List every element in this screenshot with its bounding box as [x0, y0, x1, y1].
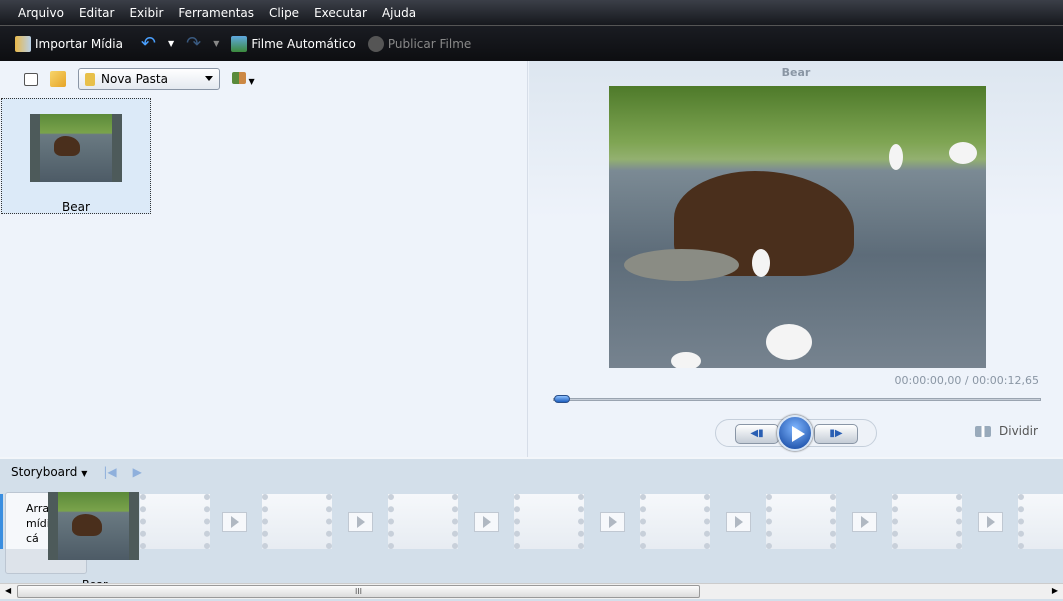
storyboard-slot[interactable] [892, 494, 962, 549]
folder-dropdown[interactable]: Nova Pasta [78, 68, 220, 90]
scroll-right-arrow[interactable]: ▶ [1052, 586, 1058, 595]
storyboard-view-dropdown[interactable]: Storyboard ▼ [11, 465, 87, 479]
split-label: Dividir [999, 424, 1038, 438]
transition-slot[interactable] [726, 512, 751, 532]
undo-button[interactable]: ↶ [138, 31, 159, 56]
panel-toggle-icon[interactable] [24, 72, 38, 86]
storyboard-slot[interactable] [766, 494, 836, 549]
undo-icon: ↶ [140, 33, 157, 54]
play-storyboard-icon[interactable]: ▶ [133, 465, 142, 479]
auto-movie-button[interactable]: Filme Automático [228, 34, 358, 54]
seek-handle[interactable] [554, 395, 570, 403]
preview-title: Bear [781, 66, 811, 79]
playback-controls: ◀▮ ▮▶ [715, 415, 877, 451]
insertion-marker [0, 494, 3, 549]
clip-label: Bear [62, 200, 90, 214]
storyboard-slot[interactable] [514, 494, 584, 549]
publish-movie-button[interactable]: Publicar Filme [365, 34, 474, 54]
new-folder-icon[interactable] [50, 71, 66, 87]
menu-bar: Arquivo Editar Exibir Ferramentas Clipe … [0, 0, 1063, 25]
redo-button[interactable]: ↷ [183, 31, 204, 56]
storyboard-view-label: Storyboard [11, 465, 78, 479]
scrollbar-thumb[interactable]: III [17, 585, 700, 598]
split-icon [975, 425, 991, 437]
menu-exibir[interactable]: Exibir [129, 6, 163, 20]
import-media-button[interactable]: Importar Mídia [12, 34, 126, 54]
menu-ajuda[interactable]: Ajuda [382, 6, 416, 20]
undo-dropdown[interactable]: ▼ [165, 37, 177, 50]
menu-arquivo[interactable]: Arquivo [18, 6, 64, 20]
storyboard-slot[interactable] [640, 494, 710, 549]
next-frame-button[interactable]: ▮▶ [814, 424, 858, 444]
menu-clipe[interactable]: Clipe [269, 6, 299, 20]
library-clip-bear[interactable]: Bear [1, 98, 151, 214]
redo-icon: ↷ [186, 33, 202, 54]
publish-icon [367, 35, 384, 52]
dragged-clip[interactable] [48, 492, 139, 560]
library-pane: Nova Pasta ▼ Bear [0, 61, 528, 457]
scroll-grip: III [354, 587, 363, 596]
menu-executar[interactable]: Executar [314, 6, 367, 20]
clip-thumbnail [30, 114, 122, 182]
seek-bar[interactable] [553, 395, 1041, 403]
import-label: Importar Mídia [35, 36, 123, 51]
folder-icon [85, 72, 95, 86]
toolbar: Importar Mídia ↶ ▼ ↷ ▼ Filme Automático … [0, 25, 1063, 61]
storyboard-slot[interactable] [1018, 494, 1063, 549]
transition-slot[interactable] [222, 512, 247, 532]
redo-dropdown[interactable]: ▼ [210, 37, 222, 50]
split-button[interactable]: Dividir [975, 424, 1038, 438]
menu-ferramentas[interactable]: Ferramentas [178, 6, 254, 20]
menu-editar[interactable]: Editar [79, 6, 115, 20]
previous-frame-button[interactable]: ◀▮ [735, 424, 779, 444]
transition-slot[interactable] [978, 512, 1003, 532]
play-button[interactable] [777, 415, 813, 451]
transition-slot[interactable] [348, 512, 373, 532]
publish-label: Publicar Filme [387, 36, 472, 51]
horizontal-scrollbar[interactable]: ◀ III ▶ [0, 583, 1063, 599]
thumbnails-icon [232, 72, 246, 84]
storyboard-slot[interactable] [140, 494, 210, 549]
video-preview [609, 86, 986, 368]
storyboard-slot[interactable] [388, 494, 458, 549]
import-icon [15, 35, 31, 52]
time-display: 00:00:00,00 / 00:00:12,65 [894, 374, 1040, 387]
transition-slot[interactable] [474, 512, 499, 532]
preview-pane: Bear 00:00:00,00 / 00:00:12,65 ◀▮ ▮▶ Div… [529, 61, 1063, 457]
transition-slot[interactable] [852, 512, 877, 532]
storyboard-pane: Storyboard ▼ |◀ ▶ Arraste a mídia para c… [0, 457, 1063, 601]
storyboard-slot[interactable] [262, 494, 332, 549]
auto-movie-label: Filme Automático [251, 36, 356, 51]
film-icon [231, 35, 248, 52]
rewind-icon[interactable]: |◀ [103, 465, 116, 479]
scroll-left-arrow[interactable]: ◀ [5, 586, 11, 595]
view-options-button[interactable]: ▼ [232, 72, 255, 86]
folder-name: Nova Pasta [101, 72, 168, 86]
transition-slot[interactable] [600, 512, 625, 532]
